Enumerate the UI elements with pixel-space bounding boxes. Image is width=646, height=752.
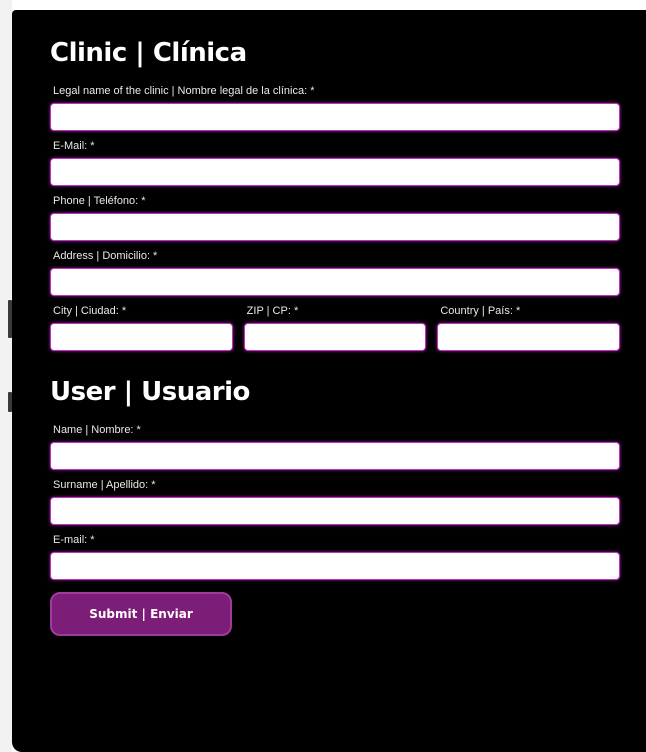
background-edge (0, 0, 12, 752)
city-label: City | Ciudad: * (53, 305, 127, 317)
user-email-label: E-mail: * (53, 534, 95, 546)
user-email-input[interactable] (50, 552, 620, 580)
clinic-email-label: E-Mail: * (53, 140, 95, 152)
address-field: Address | Domicilio: * (50, 249, 620, 296)
country-field: Country | País: * (437, 304, 621, 351)
phone-label: Phone | Teléfono: * (53, 195, 146, 207)
city-field: City | Ciudad: * (50, 304, 233, 351)
name-label: Name | Nombre: * (53, 424, 141, 436)
user-email-field: E-mail: * (50, 533, 620, 580)
submit-button[interactable]: Submit | Enviar (50, 592, 232, 636)
name-input[interactable] (50, 442, 620, 470)
surname-input[interactable] (50, 497, 620, 525)
phone-input[interactable] (50, 213, 620, 241)
legal-name-field: Legal name of the clinic | Nombre legal … (50, 84, 620, 131)
clinic-email-input[interactable] (50, 158, 620, 186)
page: Clinic | Clínica Legal name of the clini… (0, 0, 646, 752)
clinic-section-title: Clinic | Clínica (50, 38, 247, 68)
address-label: Address | Domicilio: * (53, 250, 158, 262)
user-section-title: User | Usuario (50, 377, 250, 407)
zip-label: ZIP | CP: * (246, 305, 299, 317)
zip-input[interactable] (243, 323, 427, 351)
name-field: Name | Nombre: * (50, 423, 620, 470)
legal-name-label: Legal name of the clinic | Nombre legal … (53, 85, 315, 97)
surname-field: Surname | Apellido: * (50, 478, 620, 525)
country-label: Country | País: * (440, 305, 521, 317)
country-input[interactable] (437, 323, 621, 351)
clinic-email-field: E-Mail: * (50, 139, 620, 186)
address-input[interactable] (50, 268, 620, 296)
location-row: City | Ciudad: * ZIP | CP: * Country | P… (50, 304, 621, 351)
registration-form: Clinic | Clínica Legal name of the clini… (12, 10, 646, 752)
phone-field: Phone | Teléfono: * (50, 194, 620, 241)
zip-field: ZIP | CP: * (243, 304, 427, 351)
surname-label: Surname | Apellido: * (53, 479, 156, 491)
legal-name-input[interactable] (50, 103, 620, 131)
city-input[interactable] (50, 323, 233, 351)
